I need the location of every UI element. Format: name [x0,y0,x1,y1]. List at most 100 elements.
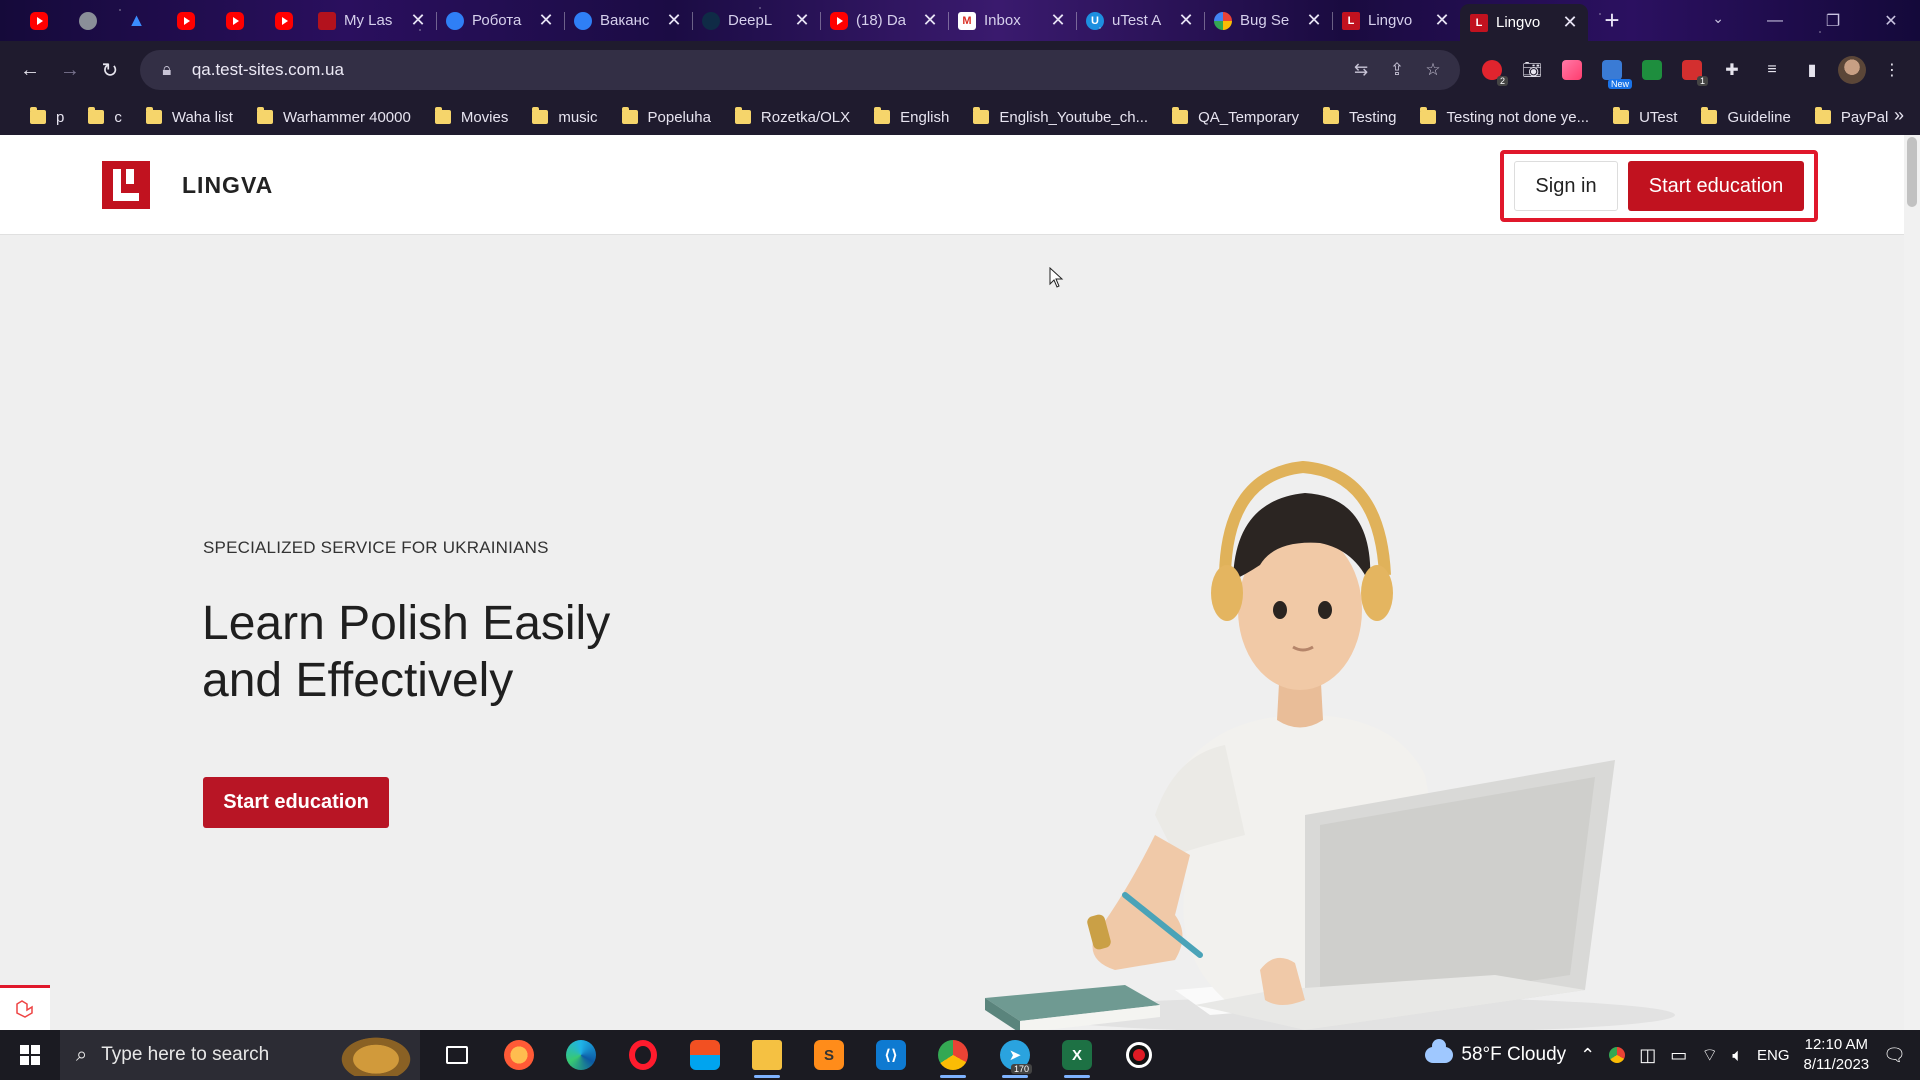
pinned-tab-chatgpt[interactable] [63,0,112,41]
close-icon[interactable]: ✕ [1434,10,1450,31]
telegram-icon[interactable]: ➤ 170 [984,1030,1046,1080]
new-extension-icon[interactable]: New [1594,52,1632,89]
wifi-icon[interactable]: ⌔ [1701,1044,1718,1067]
profile-avatar[interactable] [1834,52,1870,88]
weather-widget[interactable]: 58°F Cloudy [1425,1039,1566,1066]
bookmark-folder[interactable]: English [862,102,961,132]
chrome-tray-icon[interactable] [1609,1047,1626,1063]
pinned-tab-youtube-2[interactable] [161,0,210,41]
start-education-header-button[interactable]: Start education [1628,161,1804,211]
sheets-extension-icon[interactable] [1634,52,1670,88]
tab[interactable]: UuTest A ✕ [1076,0,1204,41]
puzzle-icon[interactable]: ✚ [1714,52,1750,88]
task-view-icon[interactable] [426,1030,488,1080]
bookmark-folder[interactable]: QA_Temporary [1160,102,1311,132]
camera-extension-icon[interactable]: 📷︎ [1514,52,1550,88]
color-extension-icon[interactable] [1554,52,1590,88]
bookmark-folder[interactable]: English_Youtube_ch... [961,102,1160,132]
bookmark-folder[interactable]: Movies [423,102,521,132]
chrome-icon[interactable] [922,1030,984,1080]
windows-start-button[interactable] [0,1030,60,1080]
chevron-up-icon[interactable]: ⌃ [1580,1045,1595,1066]
tab[interactable]: Робота ✕ [436,0,564,41]
tab-active[interactable]: L Lingvo ✕ [1460,4,1588,41]
minimize-icon[interactable]: — [1746,0,1804,41]
red-extension-icon[interactable]: 1 [1674,52,1710,88]
tab[interactable]: M Inbox ✕ [948,0,1076,41]
tab[interactable]: Bug Se ✕ [1204,0,1332,41]
file-explorer-icon[interactable] [736,1030,798,1080]
laravel-debugbar-icon[interactable] [0,985,50,1030]
lock-icon[interactable]: 🔒︎ [156,60,178,80]
address-bar[interactable]: 🔒︎ qa.test-sites.com.ua ⇆ ⇪ ☆ [139,50,1460,90]
start-education-hero-button[interactable]: Start education [203,777,389,828]
close-icon[interactable]: ✕ [1178,10,1194,31]
bookmark-folder[interactable]: UTest [1601,102,1689,132]
pinned-tab-youtube-3[interactable] [210,0,259,41]
camera-tray-icon[interactable]: ◫ [1639,1045,1656,1066]
bookmark-folder[interactable]: Testing not done ye... [1408,102,1601,132]
tab[interactable]: Ваканс ✕ [564,0,692,41]
tab[interactable]: My Las ✕ [308,0,436,41]
bookmark-star-icon[interactable]: ☆ [1422,60,1444,80]
media-control-icon[interactable]: ≡ [1754,52,1790,88]
firefox-icon[interactable] [488,1030,550,1080]
volume-icon[interactable]: 🔈︎ [1732,1045,1743,1066]
close-icon[interactable]: ✕ [922,10,938,31]
more-menu-icon[interactable]: ⋮ [1874,52,1910,88]
new-tab-button[interactable]: + [1594,0,1630,41]
share-icon[interactable]: ⇪ [1386,60,1408,80]
tab[interactable]: L Lingvo ✕ [1332,0,1460,41]
translate-icon[interactable]: ⇆ [1350,60,1372,80]
bookmark-folder[interactable]: Testing [1311,102,1409,132]
taskbar-search-box[interactable]: ⌕ Type here to search [60,1030,420,1080]
pinned-tab-arc[interactable]: ▲ [112,0,161,41]
adblock-extension-icon[interactable]: 2 [1474,52,1510,88]
tab[interactable]: (18) Da ✕ [820,0,948,41]
close-icon[interactable]: ✕ [1050,10,1066,31]
site-logo[interactable]: LINGVA [102,161,273,209]
bookmark-folder[interactable]: Popeluha [610,102,723,132]
reload-icon[interactable]: ↻ [90,50,130,90]
close-window-icon[interactable]: ✕ [1862,0,1920,41]
bookmark-folder[interactable]: c [76,102,134,132]
folder-icon [1613,107,1630,124]
side-panel-icon[interactable]: ▮ [1794,52,1830,88]
vscode-icon[interactable]: ⟨⟩ [860,1030,922,1080]
close-icon[interactable]: ✕ [794,10,810,31]
bookmark-folder[interactable]: PayPal [1803,102,1901,132]
sublime-text-icon[interactable]: S [798,1030,860,1080]
bookmark-folder[interactable]: p [18,102,76,132]
pinned-tab-youtube-4[interactable] [259,0,308,41]
bookmark-folder[interactable]: Warhammer 40000 [245,102,423,132]
microsoft-store-icon[interactable] [674,1030,736,1080]
clock[interactable]: 12:10 AM 8/11/2023 [1804,1035,1870,1075]
close-icon[interactable]: ✕ [410,10,426,31]
page-scrollbar[interactable] [1904,135,1920,1030]
excel-icon[interactable]: X [1046,1030,1108,1080]
sign-in-button[interactable]: Sign in [1514,161,1618,211]
back-icon[interactable]: ← [10,50,50,90]
edge-icon[interactable] [550,1030,612,1080]
close-icon[interactable]: ✕ [666,10,682,31]
bookmark-folder[interactable]: music [520,102,609,132]
bookmark-folder[interactable]: Waha list [134,102,245,132]
tab[interactable]: DeepL ✕ [692,0,820,41]
opera-icon[interactable] [612,1030,674,1080]
scrollbar-thumb[interactable] [1907,137,1917,207]
pinned-tab-youtube[interactable] [14,0,63,41]
bookmarks-overflow-icon[interactable]: » [1894,105,1904,126]
language-indicator[interactable]: ENG [1757,1047,1790,1064]
battery-icon[interactable]: ▭ [1670,1045,1687,1066]
screen-recorder-icon[interactable] [1108,1030,1170,1080]
close-icon[interactable]: ✕ [538,10,554,31]
close-icon[interactable]: ✕ [1306,10,1322,31]
notifications-icon[interactable]: 🗨︎ [1883,1045,1906,1066]
restore-icon[interactable]: ❐ [1804,0,1862,41]
bookmark-folder[interactable]: Rozetka/OLX [723,102,862,132]
bookmark-folder[interactable]: Guideline [1689,102,1802,132]
forward-icon[interactable]: → [50,50,90,90]
close-icon[interactable]: ✕ [1562,12,1578,33]
tab-search-icon[interactable]: ⌄ [1712,10,1724,27]
url-text[interactable]: qa.test-sites.com.ua [192,60,1336,80]
